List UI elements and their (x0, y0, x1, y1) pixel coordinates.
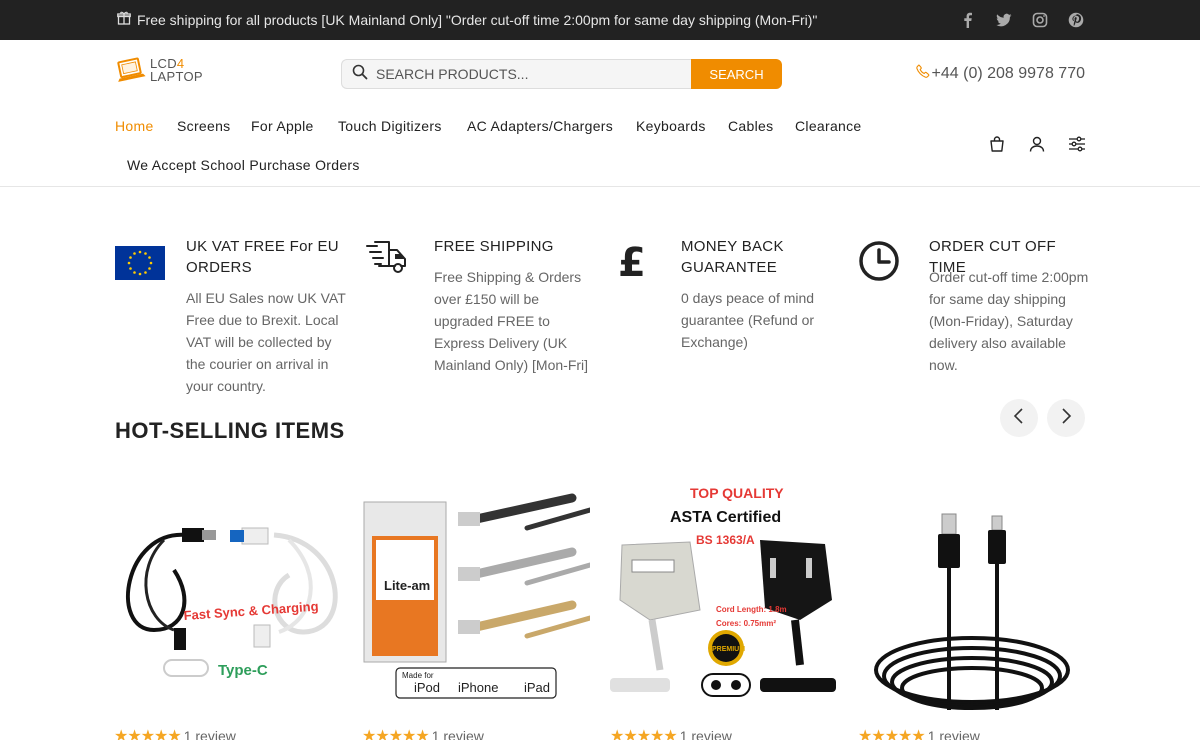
star-icon: ★★★★★ (858, 728, 926, 740)
header-divider (0, 186, 1200, 187)
announcement-bar: Free shipping for all products [UK Mainl… (0, 0, 1200, 40)
chevron-left-icon (1013, 407, 1025, 429)
star-icon: ★★★★★ (610, 728, 678, 740)
product-image-caption: Type-C (218, 662, 268, 679)
product-image[interactable]: TOP QUALITY ASTA Certified BS 1363/A Cor… (610, 480, 838, 710)
nav-item-screens[interactable]: Screens (177, 118, 230, 134)
product-card[interactable]: ★★★★★ 1 review (858, 480, 1086, 740)
feature-text: Order cut-off time 2:00pm for same day s… (929, 269, 1089, 373)
clock-icon (858, 240, 900, 287)
star-icon: ★★★★★ (362, 728, 430, 740)
instagram-icon[interactable] (1032, 12, 1048, 28)
product-rating: ★★★★★ 1 review (362, 726, 484, 740)
product-image-caption: ASTA Certified (670, 509, 781, 526)
review-count[interactable]: 1 review (680, 728, 732, 740)
phone-number: +44 (0) 208 9978 770 (931, 64, 1085, 82)
svg-text:£: £ (618, 240, 646, 280)
nav-item-cables[interactable]: Cables (728, 118, 773, 134)
carousel-next-button[interactable] (1047, 399, 1085, 437)
feature-text: 0 days peace of mind guarantee (Refund o… (681, 290, 815, 350)
feature-title: FREE SHIPPING (434, 238, 554, 255)
product-card[interactable]: Fast Sync & Charging Type-C ★★★★★ 1 revi… (114, 480, 342, 740)
shipping-promo-text: Free shipping for all products [UK Mainl… (137, 11, 818, 28)
eu-flag-icon (115, 246, 165, 285)
nav-item-keyboards[interactable]: Keyboards (636, 118, 706, 134)
nav-item-home[interactable]: Home (115, 118, 154, 134)
nav-item-school-purchase-orders[interactable]: We Accept School Purchase Orders (127, 157, 360, 173)
search-field-wrapper (341, 59, 691, 89)
feature-text: All EU Sales now UK VAT Free due to Brex… (186, 290, 346, 394)
feature-title: MONEY BACK GUARANTEE (681, 238, 784, 276)
shipping-promo: Free shipping for all products [UK Mainl… (117, 11, 817, 28)
search-button[interactable]: SEARCH (691, 59, 782, 89)
header-actions (988, 135, 1086, 153)
product-image[interactable] (858, 480, 1086, 710)
product-image-caption: BS 1363/A (696, 533, 755, 547)
delivery-truck-icon (363, 238, 409, 283)
review-count[interactable]: 1 review (928, 728, 980, 740)
product-image[interactable]: Fast Sync & Charging Type-C (114, 480, 342, 710)
product-image-caption: Lite-am (384, 578, 430, 593)
social-links (960, 12, 1084, 28)
star-icon: ★★★★★ (114, 728, 182, 740)
product-image-caption: Cores: 0.75mm² (716, 619, 776, 628)
search-input[interactable] (376, 66, 676, 82)
phone-contact[interactable]: +44 (0) 208 9978 770 (915, 64, 1085, 83)
carousel-prev-button[interactable] (1000, 399, 1038, 437)
product-image-caption: TOP QUALITY (690, 485, 784, 501)
phone-icon (915, 64, 930, 83)
nav-item-ac-adapters[interactable]: AC Adapters/Chargers (467, 118, 613, 134)
pinterest-icon[interactable] (1068, 12, 1084, 28)
nav-item-for-apple[interactable]: For Apple (251, 118, 314, 134)
search-bar: SEARCH (341, 59, 782, 89)
settings-sliders-icon[interactable] (1068, 135, 1086, 153)
product-image-caption: iPhone (458, 680, 498, 695)
feature-title: UK VAT FREE For EU ORDERS (186, 238, 339, 276)
nav-item-touch-digitizers[interactable]: Touch Digitizers (338, 118, 442, 134)
product-image-caption: iPad (524, 680, 550, 695)
product-image-caption: Made for (402, 671, 434, 680)
user-account-icon[interactable] (1028, 135, 1046, 153)
cart-icon[interactable] (988, 135, 1006, 153)
product-rating: ★★★★★ 1 review (114, 726, 236, 740)
product-image[interactable]: Lite-am Made for iPod iPhone iPad (362, 480, 590, 710)
search-icon (352, 64, 368, 85)
logo-text-laptop: LAPTOP (150, 69, 203, 84)
product-rating: ★★★★★ 1 review (610, 726, 732, 740)
gift-box-icon (117, 11, 131, 28)
product-image-caption: Cord Length: 1.8m (716, 605, 787, 614)
nav-item-clearance[interactable]: Clearance (795, 118, 862, 134)
product-image-caption: PREMIUM (712, 646, 745, 653)
facebook-icon[interactable] (960, 12, 976, 28)
twitter-icon[interactable] (996, 12, 1012, 28)
section-title: HOT-SELLING ITEMS (115, 418, 345, 443)
pound-icon: £ (610, 238, 650, 286)
product-rating: ★★★★★ 1 review (858, 726, 980, 740)
logo-laptop-icon (117, 57, 146, 82)
chevron-right-icon (1060, 407, 1072, 429)
feature-text: Free Shipping & Orders over £150 will be… (434, 269, 589, 373)
product-card[interactable]: TOP QUALITY ASTA Certified BS 1363/A Cor… (610, 480, 838, 740)
product-image-caption: iPod (414, 680, 440, 695)
review-count[interactable]: 1 review (184, 728, 236, 740)
review-count[interactable]: 1 review (432, 728, 484, 740)
product-card[interactable]: Lite-am Made for iPod iPhone iPad ★★★★★ … (362, 480, 590, 740)
site-logo[interactable]: LCD4 LAPTOP (116, 54, 203, 86)
